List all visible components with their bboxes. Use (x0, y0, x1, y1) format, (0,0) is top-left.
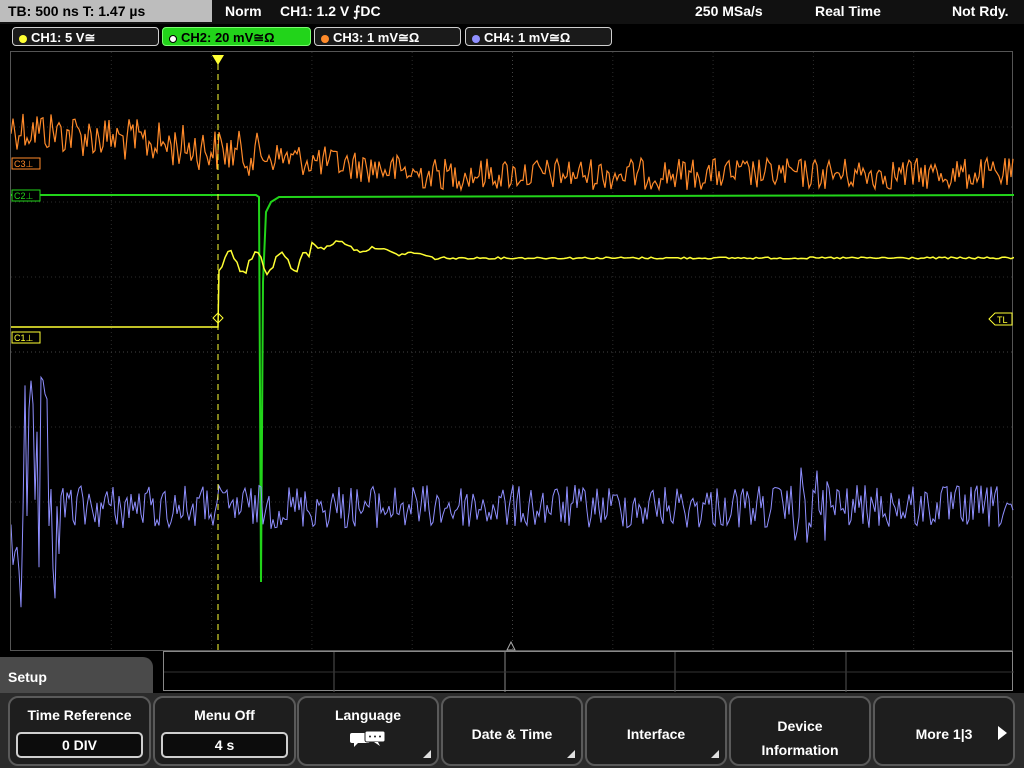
submenu-corner-icon (567, 750, 575, 758)
speech-bubble-icon (350, 730, 386, 747)
menu-off-label: Menu Off (194, 707, 255, 723)
ch1-marker[interactable]: C1⊥ (11, 331, 41, 344)
waveform-canvas: T C3⊥ C2⊥ C1⊥ TL (11, 52, 1014, 652)
trigger-level-marker[interactable]: TL (988, 312, 1013, 326)
ch2-marker[interactable]: C2⊥ (11, 189, 41, 202)
submenu-corner-icon (423, 750, 431, 758)
ch1-color-dot (19, 34, 27, 43)
interface-softkey[interactable]: Interface (585, 696, 727, 766)
sample-rate: 250 MSa/s (695, 3, 763, 19)
time-reference-label: Time Reference (27, 707, 132, 723)
channel-tabs: CH1: 5 V≅ CH2: 20 mV≅Ω CH3: 1 mV≅Ω CH4: … (0, 26, 1024, 48)
menu-info-bar-grid (164, 652, 1014, 692)
waveform-display[interactable]: T C3⊥ C2⊥ C1⊥ TL (10, 51, 1014, 652)
more-label: More 1|3 (915, 726, 973, 742)
date-time-label: Date & Time (471, 726, 553, 742)
softkey-bar: Time Reference 0 DIV Menu Off 4 s Langua… (0, 693, 1024, 768)
time-reference-softkey[interactable]: Time Reference 0 DIV (8, 696, 151, 766)
language-softkey[interactable]: Language (297, 696, 439, 766)
time-reference-value[interactable]: 0 DIV (16, 732, 143, 758)
ch3-marker-label: C3⊥ (14, 159, 34, 169)
ch4-color-dot (472, 34, 480, 43)
menu-info-bar (163, 651, 1014, 692)
center-marker-icon (506, 640, 516, 651)
menu-off-value[interactable]: 4 s (161, 732, 288, 758)
ch4-label: CH4: 1 mV≅Ω (484, 30, 571, 45)
device-information-softkey[interactable]: Device Information (729, 696, 871, 766)
ready-state: Not Rdy. (952, 3, 1009, 19)
language-label: Language (334, 707, 402, 723)
interface-label: Interface (626, 726, 686, 742)
ch1-label: CH1: 5 V≅ (31, 30, 96, 45)
ch3-color-dot (321, 34, 329, 43)
menu-off-softkey[interactable]: Menu Off 4 s (153, 696, 296, 766)
ch1-marker-label: C1⊥ (14, 333, 34, 343)
status-bar: TB: 500 ns T: 1.47 µs Norm CH1: 1.2 V ⨍D… (0, 0, 1024, 24)
trigger-info[interactable]: CH1: 1.2 V ⨍DC (280, 0, 381, 22)
channel-tab-ch3[interactable]: CH3: 1 mV≅Ω (314, 27, 461, 46)
trigger-level-label: TL (997, 315, 1008, 325)
ch2-marker-label: C2⊥ (14, 191, 34, 201)
ch3-label: CH3: 1 mV≅Ω (333, 30, 420, 45)
trigger-mode[interactable]: Norm (225, 0, 262, 22)
ch3-trace (11, 113, 1014, 193)
menu-title: Setup (0, 657, 153, 697)
ch2-label: CH2: 20 mV≅Ω (181, 30, 275, 45)
trigger-position-icon[interactable] (212, 55, 224, 65)
more-softkey[interactable]: More 1|3 (873, 696, 1015, 766)
channel-tab-ch2[interactable]: CH2: 20 mV≅Ω (162, 27, 311, 46)
timebase-readout[interactable]: TB: 500 ns T: 1.47 µs (0, 0, 212, 22)
graticule (11, 52, 1014, 652)
arrow-right-icon (998, 726, 1007, 740)
channel-tab-ch1[interactable]: CH1: 5 V≅ (12, 27, 159, 46)
ch3-marker[interactable]: C3⊥ (11, 157, 41, 170)
device-information-label: Device Information (761, 718, 839, 758)
submenu-corner-icon (711, 750, 719, 758)
ch1-trace (11, 240, 1014, 328)
date-time-softkey[interactable]: Date & Time (441, 696, 583, 766)
channel-tab-ch4[interactable]: CH4: 1 mV≅Ω (465, 27, 612, 46)
acquisition-mode: Real Time (815, 3, 881, 19)
ch2-color-dot (169, 34, 177, 43)
